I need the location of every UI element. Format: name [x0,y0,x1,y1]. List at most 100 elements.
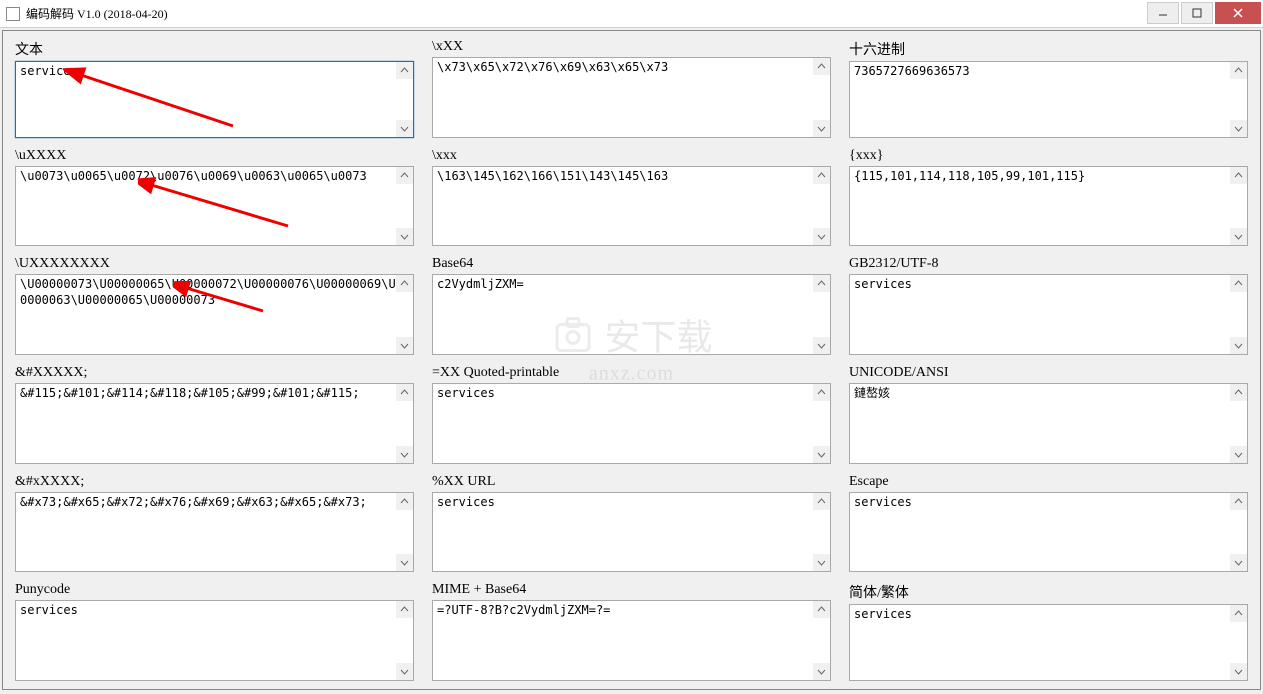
textarea-wrap [15,166,414,247]
encoding-textarea[interactable] [433,384,830,463]
panel-label: {xxx} [849,148,1248,164]
encoding-textarea[interactable] [433,275,830,354]
scroll-down-icon[interactable] [813,554,830,571]
textarea-wrap [849,61,1248,138]
scroll-up-icon[interactable] [813,384,830,401]
maximize-button[interactable] [1181,2,1213,24]
panel-label: 文本 [15,39,414,59]
panel-0: 文本 [15,39,414,138]
panel-13: %XX URL [432,474,831,573]
scroll-up-icon[interactable] [813,275,830,292]
panel-6: \UXXXXXXXX [15,256,414,355]
scroll-up-icon[interactable] [813,58,830,75]
scroll-down-icon[interactable] [813,663,830,680]
textarea-wrap [849,274,1248,355]
window-title: 编码解码 V1.0 (2018-04-20) [26,5,168,22]
scroll-down-icon[interactable] [1230,120,1247,137]
textarea-wrap [849,383,1248,464]
encoding-textarea[interactable] [16,493,413,572]
encoding-textarea[interactable] [433,167,830,246]
scroll-up-icon[interactable] [1230,384,1247,401]
encoding-textarea[interactable] [850,62,1247,137]
panel-label: Escape [849,474,1248,490]
app-icon [6,7,20,21]
encoding-textarea[interactable] [16,601,413,680]
scroll-up-icon[interactable] [813,601,830,618]
encoding-textarea[interactable] [16,62,413,137]
textarea-wrap [432,383,831,464]
scroll-down-icon[interactable] [813,120,830,137]
encoding-textarea[interactable] [433,493,830,572]
panel-label: \uXXXX [15,148,414,164]
textarea-wrap [15,274,414,355]
textarea-wrap [432,57,831,138]
textarea-wrap [849,166,1248,247]
scroll-up-icon[interactable] [396,275,413,292]
scroll-up-icon[interactable] [1230,275,1247,292]
encoding-textarea[interactable] [850,605,1247,680]
panel-3: \uXXXX [15,148,414,247]
scroll-down-icon[interactable] [1230,446,1247,463]
panel-2: 十六进制 [849,39,1248,138]
panel-label: =XX Quoted-printable [432,365,831,381]
panel-label: \xxx [432,148,831,164]
textarea-wrap [849,492,1248,573]
titlebar: 编码解码 V1.0 (2018-04-20) [0,0,1263,28]
scroll-down-icon[interactable] [1230,337,1247,354]
panel-label: UNICODE/ANSI [849,365,1248,381]
minimize-button[interactable] [1147,2,1179,24]
scroll-down-icon[interactable] [396,337,413,354]
scroll-up-icon[interactable] [396,62,413,79]
encoding-textarea[interactable] [433,601,830,680]
encoding-textarea[interactable] [433,58,830,137]
panel-label: MIME + Base64 [432,582,831,598]
encoding-textarea[interactable] [16,167,413,246]
scroll-down-icon[interactable] [1230,554,1247,571]
panel-17: 简体/繁体 [849,582,1248,681]
panel-9: &#XXXXX; [15,365,414,464]
scroll-down-icon[interactable] [396,446,413,463]
scroll-up-icon[interactable] [396,601,413,618]
panel-5: {xxx} [849,148,1248,247]
scroll-down-icon[interactable] [396,120,413,137]
scroll-down-icon[interactable] [813,337,830,354]
scroll-up-icon[interactable] [396,167,413,184]
panel-label: 十六进制 [849,39,1248,59]
scroll-up-icon[interactable] [396,493,413,510]
scroll-up-icon[interactable] [396,384,413,401]
scroll-down-icon[interactable] [396,554,413,571]
scroll-up-icon[interactable] [1230,493,1247,510]
panel-12: &#xXXXX; [15,474,414,573]
textarea-wrap [432,600,831,681]
window-controls [1147,0,1263,27]
scroll-down-icon[interactable] [1230,228,1247,245]
textarea-wrap [15,61,414,138]
panel-1: \xXX [432,39,831,138]
encoding-textarea[interactable] [850,384,1247,463]
scroll-up-icon[interactable] [1230,62,1247,79]
encoding-textarea[interactable] [850,275,1247,354]
encoding-textarea[interactable] [16,275,413,354]
encoding-textarea[interactable] [850,493,1247,572]
textarea-wrap [432,166,831,247]
scroll-down-icon[interactable] [813,228,830,245]
scroll-down-icon[interactable] [1230,663,1247,680]
panel-label: \UXXXXXXXX [15,256,414,272]
panel-label: Base64 [432,256,831,272]
panel-label: %XX URL [432,474,831,490]
close-button[interactable] [1215,2,1261,24]
scroll-down-icon[interactable] [813,446,830,463]
panel-14: Escape [849,474,1248,573]
scroll-down-icon[interactable] [396,663,413,680]
textarea-wrap [432,492,831,573]
scroll-up-icon[interactable] [1230,605,1247,622]
scroll-down-icon[interactable] [396,228,413,245]
scroll-up-icon[interactable] [813,493,830,510]
encoding-textarea[interactable] [16,384,413,463]
panel-10: =XX Quoted-printable [432,365,831,464]
scroll-up-icon[interactable] [813,167,830,184]
panel-8: GB2312/UTF-8 [849,256,1248,355]
scroll-up-icon[interactable] [1230,167,1247,184]
encoding-textarea[interactable] [850,167,1247,246]
textarea-wrap [15,492,414,573]
